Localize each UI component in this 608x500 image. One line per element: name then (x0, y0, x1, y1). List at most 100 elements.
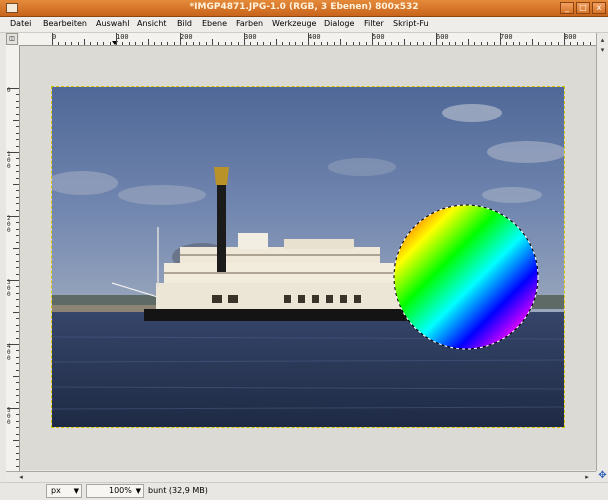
horizontal-scrollbar[interactable]: ◂ ▸ (6, 471, 596, 482)
ruler-tick (16, 190, 19, 191)
ruler-tick (16, 203, 19, 204)
ruler-tick (302, 42, 303, 45)
ruler-tick (154, 42, 155, 45)
chevron-down-icon: ▼ (135, 487, 141, 495)
ruler-tick (7, 152, 19, 153)
ruler-tick (327, 42, 328, 45)
horizontal-ruler[interactable]: 0 100 200 300 400 500 600 700 800 (19, 33, 597, 46)
ruler-tick (65, 42, 66, 45)
ruler-tick (436, 33, 437, 45)
ruler-tick (353, 42, 354, 45)
ruler-tick (16, 338, 19, 339)
ruler-tick (385, 42, 386, 45)
menu-bar: Datei Bearbeiten Auswahl Ansicht Bild Eb… (0, 17, 608, 33)
ruler-tick (16, 357, 19, 358)
ruler-tick (16, 274, 19, 275)
ruler-tick (455, 42, 456, 45)
ruler-tick (16, 325, 19, 326)
ruler-tick (16, 446, 19, 447)
ruler-label: 300 (7, 279, 11, 298)
menu-filter[interactable]: Filter (364, 19, 384, 28)
ruler-tick (16, 299, 19, 300)
ruler-tick (238, 42, 239, 45)
ruler-tick (52, 33, 53, 45)
ruler-tick (321, 42, 322, 45)
ruler-tick (270, 42, 271, 45)
ruler-tick (90, 42, 91, 45)
ruler-tick (16, 178, 19, 179)
ruler-tick (462, 42, 463, 45)
menu-bild[interactable]: Bild (177, 19, 192, 28)
menu-bearbeiten[interactable]: Bearbeiten (43, 19, 87, 28)
ruler-tick (487, 42, 488, 45)
menu-ebene[interactable]: Ebene (202, 19, 227, 28)
menu-datei[interactable]: Datei (10, 19, 31, 28)
menu-werkzeuge[interactable]: Werkzeuge (272, 19, 316, 28)
ruler-tick (13, 440, 19, 441)
ruler-tick (16, 158, 19, 159)
ruler-tick (110, 42, 111, 45)
ruler-label: 400 (7, 343, 11, 362)
ruler-tick (532, 39, 533, 45)
scroll-up-icon[interactable]: ▴ (598, 35, 607, 45)
ruler-tick (7, 88, 19, 89)
ruler-tick (263, 42, 264, 45)
ruler-tick (7, 408, 19, 409)
ruler-tick (545, 42, 546, 45)
ruler-tick (16, 293, 19, 294)
ruler-tick (16, 427, 19, 428)
menu-farben[interactable]: Farben (236, 19, 263, 28)
ruler-tick (142, 42, 143, 45)
menu-ansicht[interactable]: Ansicht (137, 19, 167, 28)
ruler-tick (71, 42, 72, 45)
navigate-icon[interactable]: ✥ (597, 471, 608, 481)
ruler-tick (449, 42, 450, 45)
close-button[interactable]: x (592, 2, 606, 14)
ruler-tick (16, 171, 19, 172)
maximize-button[interactable]: □ (576, 2, 590, 14)
menu-dialoge[interactable]: Dialoge (324, 19, 354, 28)
ruler-tick (7, 280, 19, 281)
quickmask-icon[interactable]: ◫ (6, 33, 18, 45)
ruler-tick (410, 42, 411, 45)
minimize-button[interactable]: _ (560, 2, 574, 14)
unit-select[interactable]: px ▼ (46, 484, 82, 498)
ruler-tick (276, 39, 277, 45)
ruler-tick (84, 39, 85, 45)
scroll-left-icon[interactable]: ◂ (16, 472, 26, 482)
scroll-down-icon[interactable]: ▾ (598, 45, 607, 55)
ruler-tick (16, 382, 19, 383)
menu-auswahl[interactable]: Auswahl (96, 19, 129, 28)
ruler-tick (16, 466, 19, 467)
ruler-tick (16, 402, 19, 403)
ruler-tick (97, 42, 98, 45)
scroll-right-icon[interactable]: ▸ (582, 472, 592, 482)
ruler-tick (404, 39, 405, 45)
window-titlebar[interactable]: *IMGP4871.JPG-1.0 (RGB, 3 Ebenen) 800x53… (0, 0, 608, 17)
ruler-label: 800 (564, 33, 577, 41)
ruler-tick (526, 42, 527, 45)
vertical-scrollbar[interactable]: ▴ ▾ (596, 33, 608, 471)
menu-skript-fu[interactable]: Skript-Fu (393, 19, 429, 28)
status-bar: px ▼ 100% ▼ bunt (32,9 MB) (0, 482, 608, 500)
ruler-tick (129, 42, 130, 45)
ruler-tick (206, 42, 207, 45)
ruler-tick (180, 33, 181, 45)
zoom-select[interactable]: 100% ▼ (86, 484, 144, 498)
ruler-tick (577, 42, 578, 45)
ruler-tick (16, 459, 19, 460)
ruler-tick (590, 42, 591, 45)
ruler-tick (372, 33, 373, 45)
ruler-tick (16, 114, 19, 115)
ruler-tick (314, 42, 315, 45)
ruler-tick (513, 42, 514, 45)
ruler-tick (334, 42, 335, 45)
ruler-tick (58, 42, 59, 45)
ruler-tick (16, 395, 19, 396)
chevron-down-icon: ▼ (73, 487, 79, 495)
ruler-tick (16, 421, 19, 422)
vertical-ruler[interactable]: 0 100 200 300 400 500 (6, 45, 20, 471)
image-canvas[interactable] (51, 86, 565, 428)
ruler-tick (16, 229, 19, 230)
ruler-tick (16, 286, 19, 287)
